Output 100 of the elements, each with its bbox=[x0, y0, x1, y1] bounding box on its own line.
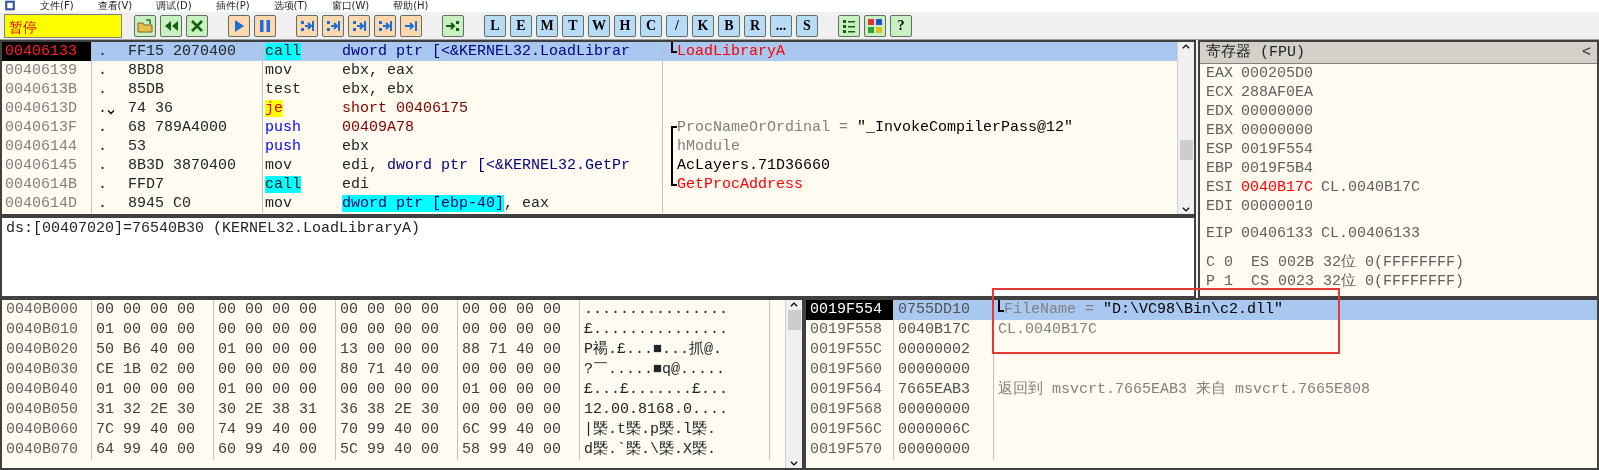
segment-bits: 32位 bbox=[1323, 272, 1357, 291]
step-button[interactable] bbox=[296, 14, 318, 37]
menu-item[interactable]: 窗口(W) bbox=[331, 0, 370, 12]
window-button[interactable]: B bbox=[718, 14, 740, 37]
address-cell: 0040614D bbox=[2, 194, 92, 213]
open-button[interactable] bbox=[134, 14, 156, 37]
stack-row[interactable]: 0019F554 0755DD10 FileName = "D:\VC98\Bin\c2.dll" bbox=[806, 300, 1597, 320]
window-button[interactable]: C bbox=[640, 14, 662, 37]
comment-text: hModule bbox=[677, 137, 740, 156]
mnemonic-text: call bbox=[265, 43, 301, 60]
stack-row[interactable]: 0019F558 0040B17C CL.0040B17C bbox=[806, 320, 1597, 340]
code-row[interactable]: 0040613D . 74 36 je short 00406175 bbox=[2, 99, 1177, 118]
stack-row[interactable]: 0019F560 00000000 bbox=[806, 360, 1597, 380]
go-to-button[interactable] bbox=[442, 14, 464, 37]
hex-cell: 01 00 00 00 bbox=[214, 340, 336, 360]
window-button[interactable]: L bbox=[484, 14, 506, 37]
address-cell: 0019F570 bbox=[806, 440, 894, 460]
stack-row[interactable]: 0019F564 7665EAB3 返回到 msvcrt.7665EAB3 来自 msvcrt.7665E808 bbox=[806, 380, 1597, 400]
value-cell: 0000006C bbox=[894, 420, 994, 440]
menu-item[interactable]: 调试(D) bbox=[156, 0, 192, 12]
window-button[interactable]: / bbox=[666, 14, 688, 37]
scrollbar[interactable] bbox=[1177, 42, 1194, 214]
mnemonic-text: push bbox=[265, 138, 301, 155]
hex-cell: 60 99 40 00 bbox=[214, 440, 336, 460]
menu-item[interactable]: 选项(T) bbox=[273, 0, 308, 12]
window-button[interactable]: R bbox=[744, 14, 766, 37]
code-row[interactable]: 0040613B . 85DB test ebx, ebx bbox=[2, 80, 1177, 99]
window-button[interactable]: T bbox=[562, 14, 584, 37]
segment-value: 002B bbox=[1278, 253, 1315, 272]
menu-item[interactable]: 帮助(H) bbox=[393, 0, 429, 12]
comment-text: LoadLibraryA bbox=[677, 42, 786, 61]
stack-row[interactable]: 0019F55C 00000002 bbox=[806, 340, 1597, 360]
run-to-return-button[interactable] bbox=[400, 14, 422, 37]
register-name: ESP bbox=[1206, 140, 1233, 159]
code-row[interactable]: 0040614D . 8945 C0 mov dword ptr [ebp-40], eax bbox=[2, 194, 1177, 213]
stack-row[interactable]: 0019F56C 0000006C bbox=[806, 420, 1597, 440]
code-row[interactable]: 00406144 . 53 push ebx hModule bbox=[2, 137, 1177, 156]
value-cell: 00000000 bbox=[894, 440, 994, 460]
hex-cell: 30 2E 38 31 bbox=[214, 400, 336, 420]
flag-name: C bbox=[1206, 253, 1215, 272]
address-cell: 0019F56C bbox=[806, 420, 894, 440]
register-name: EBX bbox=[1206, 121, 1233, 140]
register-value: 0019F554 bbox=[1241, 140, 1314, 159]
window-button[interactable]: W bbox=[588, 14, 610, 37]
operand-text: ebx, ebx bbox=[342, 81, 414, 98]
stack-row[interactable]: 0019F568 00000000 bbox=[806, 400, 1597, 420]
opcode-cell: 8945 C0 bbox=[128, 194, 263, 213]
window-button[interactable]: ... bbox=[770, 14, 792, 37]
code-row[interactable]: 00406133 . FF15 2070400 call dword ptr [<&KERNEL32.LoadLibrar LoadLibraryA bbox=[2, 42, 1177, 61]
segment-limit: 0(FFFFFFFF) bbox=[1365, 272, 1465, 291]
restart-button[interactable] bbox=[160, 14, 182, 37]
address-cell: 0040B060 bbox=[2, 420, 92, 440]
window-button[interactable]: S bbox=[796, 14, 818, 37]
register-value: 00000000 bbox=[1241, 102, 1314, 121]
step-button[interactable] bbox=[322, 14, 344, 37]
run-button[interactable] bbox=[228, 14, 250, 37]
scrollbar[interactable] bbox=[785, 300, 802, 468]
register-comment: CL.0040B17C bbox=[1321, 178, 1421, 197]
menu-item[interactable]: 文件(F) bbox=[40, 0, 74, 12]
stack-row[interactable]: 0019F570 00000000 bbox=[806, 440, 1597, 460]
value-cell: 0040B17C bbox=[894, 320, 994, 340]
pause-button[interactable] bbox=[254, 14, 276, 37]
register-name: EBP bbox=[1206, 159, 1233, 178]
hex-cell: 31 32 2E 30 bbox=[92, 400, 214, 420]
window-button[interactable]: M bbox=[536, 14, 558, 37]
close-icon bbox=[189, 17, 205, 34]
hex-cell: 7C 99 40 00 bbox=[92, 420, 214, 440]
ascii-cell: |槩.t槩.p槩.l槩. bbox=[580, 420, 770, 440]
collapse-button[interactable]: < bbox=[1582, 42, 1591, 63]
marker-dot: . bbox=[98, 42, 107, 61]
register-name: ESI bbox=[1206, 178, 1233, 197]
register-value: 00406133 bbox=[1241, 224, 1314, 243]
address-cell: 0019F554 bbox=[806, 300, 894, 320]
mnemonic-text: je bbox=[265, 100, 283, 117]
code-row[interactable]: 0040613F . 68 789A4000 push 00409A78 ProcNameOrOrdinal = "_InvokeCompilerPass@12" bbox=[2, 118, 1177, 137]
register-value: 000205D0 bbox=[1241, 64, 1314, 83]
scroll-thumb[interactable] bbox=[787, 310, 801, 330]
marker-dot: . bbox=[98, 80, 107, 99]
step-button[interactable] bbox=[374, 14, 396, 37]
segment-value: 0023 bbox=[1278, 272, 1315, 291]
color-button[interactable] bbox=[864, 14, 886, 37]
operand-text: short 00406175 bbox=[342, 100, 469, 117]
hex-cell: 00 00 00 00 bbox=[336, 320, 458, 340]
register-comment: CL.00406133 bbox=[1321, 224, 1421, 243]
menu-item[interactable]: 插件(P) bbox=[215, 0, 250, 12]
code-row[interactable]: 00406139 . 8BD8 mov ebx, eax bbox=[2, 61, 1177, 80]
window-button[interactable]: H bbox=[614, 14, 636, 37]
ascii-cell: ?￣.....■q@..... bbox=[580, 360, 770, 380]
step-button[interactable] bbox=[348, 14, 370, 37]
scroll-thumb[interactable] bbox=[1179, 140, 1193, 160]
close-button[interactable] bbox=[186, 14, 208, 37]
window-button[interactable]: K bbox=[692, 14, 714, 37]
help-button[interactable]: ? bbox=[890, 14, 912, 37]
menu-item[interactable]: 查看(V) bbox=[97, 0, 133, 12]
window-button[interactable]: E bbox=[510, 14, 532, 37]
value-cell: 7665EAB3 bbox=[894, 380, 994, 400]
code-row[interactable]: 0040614B . FFD7 call edi GetProcAddress bbox=[2, 175, 1177, 194]
value-cell: 00000002 bbox=[894, 340, 994, 360]
opcode-cell: 8BD8 bbox=[128, 61, 263, 80]
list-button[interactable] bbox=[838, 14, 860, 37]
